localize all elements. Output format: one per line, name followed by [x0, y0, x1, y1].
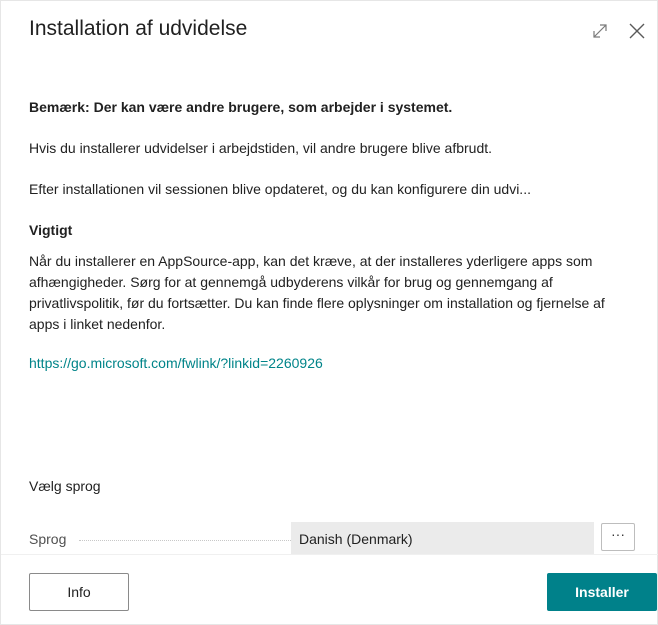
important-body: Når du installerer en AppSource-app, kan… [29, 253, 605, 332]
close-button[interactable] [625, 19, 649, 43]
expand-icon [593, 24, 607, 38]
dialog-content: Bemærk: Der kan være andre brugere, som … [29, 97, 629, 373]
expand-button[interactable] [588, 19, 612, 43]
info-button[interactable]: Info [29, 573, 129, 611]
warning-text: Bemærk: Der kan være andre brugere, som … [29, 99, 453, 115]
session-notice: Efter installationen vil sessionen blive… [29, 181, 531, 197]
dialog-title: Installation af udvidelse [29, 17, 248, 40]
footer-divider [1, 554, 658, 555]
language-lookup-button[interactable]: ··· [601, 523, 635, 551]
language-field-input[interactable]: Danish (Denmark) [291, 522, 594, 554]
important-heading: Vigtigt [29, 222, 73, 238]
interrupt-notice: Hvis du installerer udvidelser i arbejds… [29, 140, 493, 156]
field-dotted-leader [79, 540, 301, 541]
install-extension-dialog: Installation af udvidelse Bemærk: Der ka… [0, 0, 658, 625]
install-button[interactable]: Installer [547, 573, 657, 611]
language-field-row: Sprog Danish (Denmark) ··· [29, 522, 639, 554]
language-field-label: Sprog [29, 531, 67, 547]
close-icon [629, 23, 645, 39]
language-heading: Vælg sprog [29, 478, 101, 494]
info-link[interactable]: https://go.microsoft.com/fwlink/?linkid=… [29, 355, 323, 371]
